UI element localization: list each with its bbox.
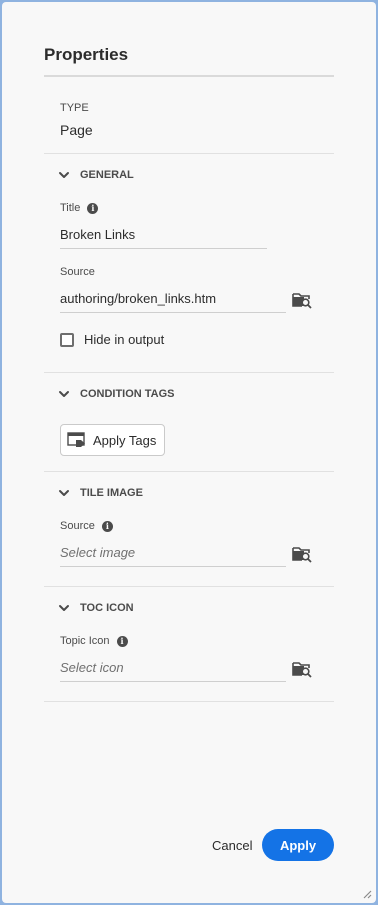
resize-handle-icon[interactable] — [362, 889, 372, 899]
chevron-down-icon — [59, 490, 69, 496]
section-toc-icon-toggle[interactable]: TOC ICON — [58, 602, 134, 614]
source-input[interactable]: authoring/broken_links.htm — [60, 289, 286, 313]
title-input[interactable]: Broken Links — [60, 225, 267, 249]
topic-icon-label-text: Topic Icon — [60, 635, 110, 647]
source-label-text: Source — [60, 266, 95, 278]
folder-search-icon[interactable] — [292, 660, 312, 678]
section-general-label: GENERAL — [80, 169, 134, 181]
topic-icon-input[interactable]: Select icon — [60, 658, 286, 682]
apply-tags-label: Apply Tags — [93, 432, 157, 448]
dialog-title: Properties — [44, 45, 129, 64]
section-condition-tags-toggle[interactable]: CONDITION TAGS — [58, 388, 175, 400]
hide-in-output-label: Hide in output — [84, 332, 165, 347]
type-value: Page — [60, 122, 93, 138]
tag-icon — [67, 432, 85, 447]
title-label-text: Title — [60, 202, 81, 214]
section-condition-tags-label: CONDITION TAGS — [80, 388, 175, 400]
section-tile-image-label: TILE IMAGE — [80, 487, 143, 499]
info-icon[interactable]: i — [116, 635, 128, 647]
section-divider — [44, 701, 334, 702]
chevron-down-icon — [59, 605, 69, 611]
section-divider — [44, 372, 334, 373]
folder-search-icon[interactable] — [292, 545, 312, 563]
section-divider — [44, 153, 334, 154]
title-divider — [44, 75, 334, 77]
chevron-down-icon — [59, 172, 69, 178]
section-toc-icon-label: TOC ICON — [80, 602, 134, 614]
type-label: TYPE — [60, 102, 89, 114]
checkbox-box[interactable] — [60, 332, 74, 347]
chevron-down-icon — [59, 391, 69, 397]
tile-source-label-text: Source — [60, 520, 95, 532]
section-divider — [44, 586, 334, 587]
tile-source-field-label: Source i — [60, 520, 113, 532]
properties-dialog: Properties TYPE Page GENERAL Title i Bro… — [2, 2, 376, 903]
cancel-button[interactable]: Cancel — [212, 838, 252, 853]
info-icon[interactable]: i — [87, 202, 99, 214]
section-general-toggle[interactable]: GENERAL — [58, 169, 134, 181]
section-tile-image-toggle[interactable]: TILE IMAGE — [58, 487, 143, 499]
apply-tags-button[interactable]: Apply Tags — [60, 424, 165, 456]
section-divider — [44, 471, 334, 472]
info-icon[interactable]: i — [101, 520, 113, 532]
folder-search-icon[interactable] — [292, 291, 312, 309]
apply-button[interactable]: Apply — [262, 829, 334, 861]
source-field-label: Source — [60, 266, 95, 278]
tile-image-input[interactable]: Select image — [60, 543, 286, 567]
topic-icon-field-label: Topic Icon i — [60, 635, 128, 647]
hide-in-output-checkbox[interactable]: Hide in output — [60, 332, 164, 347]
title-field-label: Title i — [60, 202, 99, 214]
